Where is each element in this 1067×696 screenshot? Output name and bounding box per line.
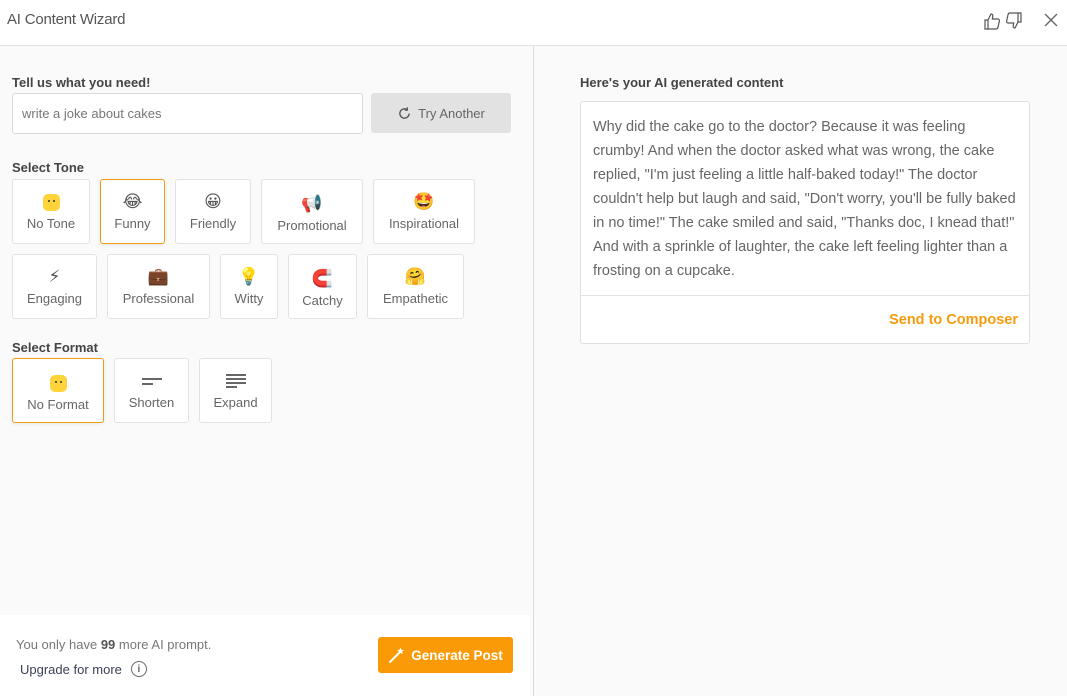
laughing-tears-icon: 😂 [122,192,143,211]
tone-option-label: Empathetic [382,291,449,306]
header: AI Content Wizard [0,0,1067,46]
long-lines-icon [225,371,246,391]
megaphone-icon: 📢 [301,193,323,213]
magic-wand-icon [389,647,405,663]
quota-prefix: You only have [16,637,101,652]
prompt-label: Tell us what you need! [12,75,151,90]
footer: You only have 99 more AI prompt. Upgrade… [0,615,530,696]
close-icon[interactable] [1043,12,1059,28]
short-lines-icon [141,371,162,391]
tone-option-label: Witty [234,291,264,306]
hugging-face-icon: 🤗 [404,267,427,286]
generate-post-label: Generate Post [411,647,503,663]
tone-option-label: Professional [122,291,195,306]
briefcase-icon: 💼 [147,267,170,286]
neutral-face-icon [49,374,67,392]
magnet-icon: 🧲 [311,268,334,288]
quota-suffix: more AI prompt. [115,637,212,652]
lightning-icon: ⚡ [48,267,61,286]
tone-option-catchy[interactable]: 🧲 Catchy [288,254,357,319]
format-option-no-format[interactable]: No Format [12,358,104,423]
neutral-face-icon [42,193,60,211]
send-to-composer-button[interactable]: Send to Composer [889,312,1018,328]
input-panel: Tell us what you need! Try Another Selec… [0,46,534,696]
format-label: Select Format [12,340,98,355]
tone-option-label: Catchy [302,292,343,308]
tone-option-label: Friendly [189,216,237,231]
result-label: Here's your AI generated content [580,75,784,90]
prompt-quota: You only have 99 more AI prompt. [16,637,211,652]
tone-option-label: Promotional [277,217,347,233]
result-panel: Here's your AI generated content Why did… [535,46,1067,696]
thumbs-up-icon[interactable] [983,11,1003,31]
tone-option-friendly[interactable]: 😀 Friendly [175,179,251,244]
format-option-shorten[interactable]: Shorten [114,358,189,423]
thumbs-down-icon[interactable] [1003,11,1023,31]
grinning-face-icon: 😀 [204,192,222,211]
quota-count: 99 [100,637,116,652]
format-option-label: Shorten [128,395,175,410]
tone-label: Select Tone [12,160,85,175]
try-another-button[interactable]: Try Another [371,93,511,133]
info-icon[interactable]: i [130,661,147,677]
prompt-input[interactable] [12,93,363,134]
lightbulb-icon: 💡 [238,267,260,286]
generated-content: Why did the cake go to the doctor? Becau… [593,119,1016,279]
generate-post-button[interactable]: Generate Post [378,637,513,673]
tone-option-witty[interactable]: 💡 Witty [220,254,278,319]
format-option-expand[interactable]: Expand [199,358,272,423]
result-card: Why did the cake go to the doctor? Becau… [580,101,1030,344]
star-struck-icon: 🤩 [413,192,435,211]
refresh-icon [399,106,410,119]
tone-option-no-tone[interactable]: No Tone [12,179,90,244]
tone-option-label: No Tone [26,216,76,231]
format-option-label: Expand [213,395,258,410]
upgrade-label: Upgrade for more [20,661,122,677]
tone-option-label: Funny [114,216,151,231]
tone-option-label: Inspirational [388,216,460,231]
tone-option-empathetic[interactable]: 🤗 Empathetic [367,254,464,319]
tone-option-engaging[interactable]: ⚡ Engaging [12,254,97,319]
tone-option-promotional[interactable]: 📢 Promotional [261,179,363,244]
tone-option-funny[interactable]: 😂 Funny [100,179,165,244]
divider [581,295,1029,296]
try-another-label: Try Another [418,105,485,121]
tone-option-professional[interactable]: 💼 Professional [107,254,210,319]
format-option-label: No Format [27,397,89,412]
tone-option-label: Engaging [27,291,82,306]
tone-option-inspirational[interactable]: 🤩 Inspirational [373,179,475,244]
upgrade-link[interactable]: Upgrade for more i [20,661,147,677]
page-title: AI Content Wizard [7,11,126,28]
